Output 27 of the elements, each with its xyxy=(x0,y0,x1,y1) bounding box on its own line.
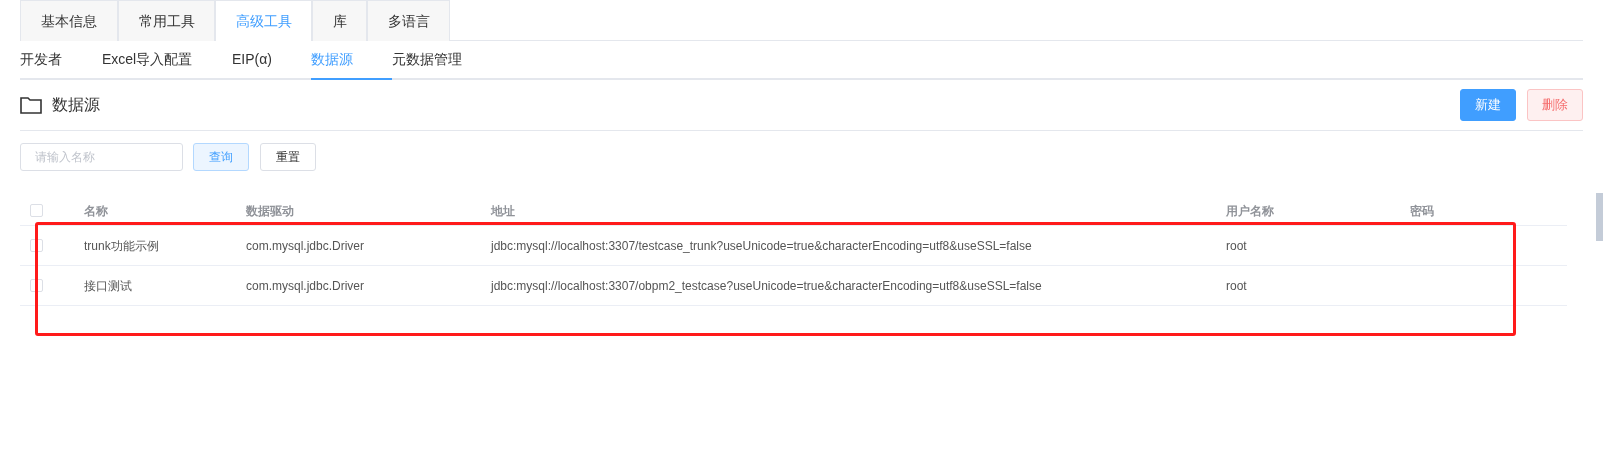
name-search-field[interactable]: 请输入名称 xyxy=(20,142,183,171)
sub-tab[interactable]: 元数据管理 xyxy=(392,41,482,80)
column-header: 名称 xyxy=(84,202,108,220)
tab[interactable]: 多语言 xyxy=(367,0,450,41)
column-header: 数据驱动 xyxy=(246,202,294,220)
tab[interactable]: 库 xyxy=(312,0,367,41)
scrollbar-thumb[interactable] xyxy=(1596,193,1603,241)
folder-icon xyxy=(20,96,42,114)
column-header: 用户名称 xyxy=(1226,202,1274,220)
column-header: 密码 xyxy=(1410,202,1434,220)
sub-tab[interactable]: EIP(α) xyxy=(232,41,311,80)
table-cell-text: 接口测试 xyxy=(84,277,132,295)
tab[interactable]: 常用工具 xyxy=(118,0,215,41)
table-cell-text: trunk功能示例 xyxy=(84,237,159,255)
table-cell-text: jdbc:mysql://localhost:3307/testcase_trunk?useUnicode=true&characterEncoding=utf8&useSSL=false xyxy=(491,237,1032,255)
tab[interactable]: 基本信息 xyxy=(20,0,118,41)
section-title: 数据源 xyxy=(52,95,100,115)
table-cell-text: com.mysql.jdbc.Driver xyxy=(246,237,365,255)
table-cell-text: com.mysql.jdbc.Driver xyxy=(246,277,365,295)
column-header: 地址 xyxy=(491,202,515,220)
select-all-checkbox[interactable] xyxy=(30,204,43,217)
table-cell-text: root xyxy=(1226,277,1247,295)
reset-button[interactable]: 重置 xyxy=(260,142,316,171)
table-cell-text: jdbc:mysql://localhost:3307/obpm2_testcase?useUnicode=true&characterEncoding=utf8&useSSL=false xyxy=(491,277,1042,295)
sub-tab[interactable]: Excel导入配置 xyxy=(102,41,232,80)
sub-tab[interactable]: 开发者 xyxy=(20,41,102,80)
table-cell-text: root xyxy=(1226,237,1247,255)
